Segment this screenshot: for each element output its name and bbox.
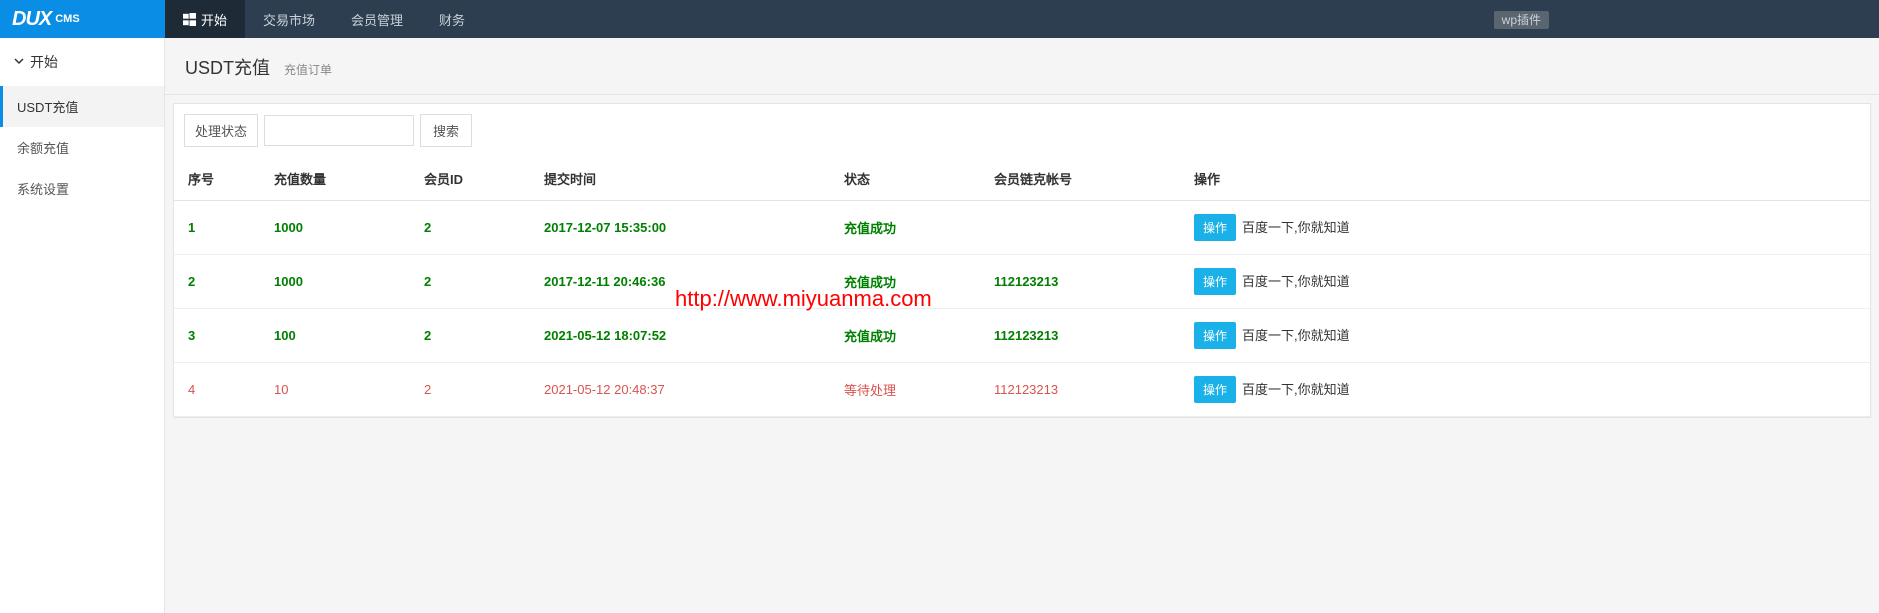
page-header: USDT充值 充值订单	[165, 38, 1879, 95]
td-member-id: 2	[414, 363, 534, 417]
row-action-button[interactable]: 操作	[1194, 214, 1236, 241]
th-chain-account: 会员链克帐号	[984, 157, 1184, 201]
td-status: 充值成功	[834, 201, 984, 255]
nav-right: wp插件	[1494, 11, 1549, 28]
td-member-id: 2	[414, 255, 534, 309]
sidebar-item-usdt-recharge[interactable]: USDT充值	[0, 86, 164, 127]
td-status: 充值成功	[834, 255, 984, 309]
th-member-id: 会员ID	[414, 157, 534, 201]
th-seq: 序号	[174, 157, 264, 201]
table-row: 41022021-05-12 20:48:37等待处理112123213操作百度…	[174, 363, 1870, 417]
table-header-row: 序号 充值数量 会员ID 提交时间 状态 会员链克帐号 操作	[174, 157, 1870, 201]
row-action-button[interactable]: 操作	[1194, 322, 1236, 349]
th-amount: 充值数量	[264, 157, 414, 201]
content-card: 处理状态 搜索 序号 充值数量 会员ID 提交时间 状态 会员链克帐号 操作	[173, 103, 1871, 418]
td-submit-time: 2017-12-07 15:35:00	[534, 201, 834, 255]
td-submit-time: 2021-05-12 18:07:52	[534, 309, 834, 363]
td-amount: 10	[264, 363, 414, 417]
sidebar-header-label: 开始	[30, 52, 58, 72]
nav-label: 会员管理	[351, 10, 403, 29]
td-seq: 1	[174, 201, 264, 255]
sidebar: 开始 USDT充值 余额充值 系统设置	[0, 38, 165, 613]
orders-table: 序号 充值数量 会员ID 提交时间 状态 会员链克帐号 操作 110002201…	[174, 157, 1870, 417]
chevron-down-icon	[14, 55, 24, 69]
windows-icon	[183, 13, 196, 26]
td-seq: 4	[174, 363, 264, 417]
nav-item-members[interactable]: 会员管理	[333, 0, 421, 38]
search-button[interactable]: 搜索	[420, 114, 472, 147]
td-ops: 操作百度一下,你就知道	[1184, 309, 1870, 363]
th-submit-time: 提交时间	[534, 157, 834, 201]
brand-logo[interactable]: DUX CMS	[0, 0, 165, 38]
td-ops: 操作百度一下,你就知道	[1184, 201, 1870, 255]
th-status: 状态	[834, 157, 984, 201]
td-ops: 操作百度一下,你就知道	[1184, 363, 1870, 417]
sidebar-item-label: 系统设置	[17, 182, 69, 197]
row-action-link[interactable]: 百度一下,你就知道	[1242, 382, 1350, 397]
nav-item-finance[interactable]: 财务	[421, 0, 483, 38]
row-action-button[interactable]: 操作	[1194, 376, 1236, 403]
td-ops: 操作百度一下,你就知道	[1184, 255, 1870, 309]
nav-label: 交易市场	[263, 10, 315, 29]
sidebar-item-label: 余额充值	[17, 141, 69, 156]
sidebar-item-system-settings[interactable]: 系统设置	[0, 168, 164, 209]
filter-label: 处理状态	[184, 114, 258, 147]
td-chain-account: 112123213	[984, 255, 1184, 309]
td-seq: 3	[174, 309, 264, 363]
table-row: 2100022017-12-11 20:46:36充值成功112123213操作…	[174, 255, 1870, 309]
main-content: USDT充值 充值订单 处理状态 搜索 序号 充值数量 会员ID 提交时间 状态	[165, 38, 1879, 613]
td-amount: 1000	[264, 255, 414, 309]
td-submit-time: 2017-12-11 20:46:36	[534, 255, 834, 309]
table-row: 1100022017-12-07 15:35:00充值成功 操作百度一下,你就知道	[174, 201, 1870, 255]
td-amount: 1000	[264, 201, 414, 255]
filter-status-input[interactable]	[264, 115, 414, 146]
nav-item-market[interactable]: 交易市场	[245, 0, 333, 38]
td-status: 充值成功	[834, 309, 984, 363]
td-member-id: 2	[414, 201, 534, 255]
sidebar-header[interactable]: 开始	[0, 38, 164, 86]
table-row: 310022021-05-12 18:07:52充值成功112123213操作百…	[174, 309, 1870, 363]
filter-bar: 处理状态 搜索	[174, 104, 1870, 157]
nav-label: 开始	[201, 10, 227, 29]
page-subtitle: 充值订单	[284, 61, 332, 78]
row-action-button[interactable]: 操作	[1194, 268, 1236, 295]
td-amount: 100	[264, 309, 414, 363]
sidebar-item-balance-recharge[interactable]: 余额充值	[0, 127, 164, 168]
wp-plugin-badge[interactable]: wp插件	[1494, 11, 1549, 29]
td-status: 等待处理	[834, 363, 984, 417]
td-chain-account: 112123213	[984, 309, 1184, 363]
td-member-id: 2	[414, 309, 534, 363]
top-nav: DUX CMS 开始 交易市场 会员管理 财务 wp插件	[0, 0, 1879, 38]
nav-item-start[interactable]: 开始	[165, 0, 245, 38]
td-chain-account	[984, 201, 1184, 255]
row-action-link[interactable]: 百度一下,你就知道	[1242, 328, 1350, 343]
nav-label: 财务	[439, 10, 465, 29]
th-ops: 操作	[1184, 157, 1870, 201]
nav-items: 开始 交易市场 会员管理 财务	[165, 0, 483, 38]
td-submit-time: 2021-05-12 20:48:37	[534, 363, 834, 417]
row-action-link[interactable]: 百度一下,你就知道	[1242, 274, 1350, 289]
sidebar-item-label: USDT充值	[17, 100, 78, 115]
brand-text-big: DUX	[12, 8, 51, 31]
row-action-link[interactable]: 百度一下,你就知道	[1242, 220, 1350, 235]
td-chain-account: 112123213	[984, 363, 1184, 417]
page-title: USDT充值	[185, 54, 270, 80]
td-seq: 2	[174, 255, 264, 309]
brand-text-small: CMS	[55, 13, 79, 25]
